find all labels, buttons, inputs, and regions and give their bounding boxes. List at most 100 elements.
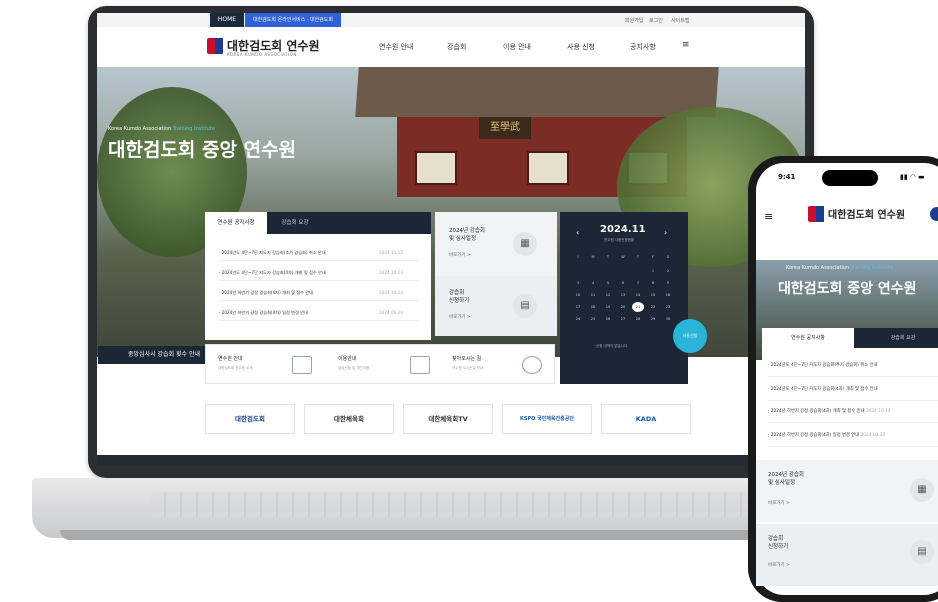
- calendar-day[interactable]: 18: [587, 302, 599, 312]
- phone-clock: 9:41: [778, 173, 796, 181]
- notice-row[interactable]: · 2024년도 4단~7단 지도자 강습회(4차) 개최 및 접수 안내 20…: [219, 266, 419, 281]
- calendar-day[interactable]: 3: [572, 278, 584, 288]
- phone-notice-row-title: 2024년도 4단~7단 지도자 강습회(추가 강습회) 취소 안내: [770, 363, 878, 368]
- building-icon: [410, 356, 430, 374]
- quick-directions-sub: 연수원 오시는길 안내: [452, 366, 484, 370]
- calendar-day[interactable]: 14: [632, 290, 644, 300]
- site-logo-sub: KOREA KUMDO ASSOCIATION: [227, 52, 297, 57]
- sitemap-link[interactable]: 사이트맵: [671, 17, 689, 24]
- notice-row-date: 2024.10.14: [379, 290, 403, 295]
- apply-card-title: 강습회 신청하기: [449, 290, 470, 304]
- notice-row[interactable]: · 2024년 하반기 강정 강습회(4차) 일정 변경 안내 2024.09.…: [219, 306, 419, 321]
- nav-notice[interactable]: 공지사항: [630, 42, 656, 52]
- calendar-day[interactable]: 8: [647, 278, 659, 288]
- notice-row[interactable]: · 2024년 하반기 강정 강습회(4차) 개최 및 접수 안내 2024.1…: [219, 286, 419, 301]
- calendar-day[interactable]: 30: [662, 314, 674, 324]
- hero-eyebrow-text: Korea Kumdo Association: [108, 126, 172, 132]
- calendar-day[interactable]: 23: [662, 302, 674, 312]
- quick-usage-title[interactable]: 이용안내: [338, 355, 356, 362]
- tab-course-guide[interactable]: 강습회 요강: [267, 212, 323, 234]
- calendar-empty-message: 신청 내역이 없습니다.: [596, 344, 629, 348]
- calendar-day[interactable]: 2: [662, 266, 674, 276]
- phone-kumdo-logo-icon[interactable]: [808, 206, 824, 222]
- calendar-month: 2024.11: [600, 224, 646, 235]
- calendar-day[interactable]: 17: [572, 302, 584, 312]
- calendar-day[interactable]: 4: [587, 278, 599, 288]
- calendar-day[interactable]: 9: [662, 278, 674, 288]
- calendar-day[interactable]: 28: [632, 314, 644, 324]
- phone-notice-tabs: 연수원 공지사항 강습회 요강: [762, 328, 938, 348]
- phone-tab-course-guide[interactable]: 강습회 요강: [854, 328, 938, 348]
- calendar-day[interactable]: 19: [602, 302, 614, 312]
- usage-apply-button[interactable]: 사용신청: [673, 319, 707, 353]
- nav-course[interactable]: 강습회: [447, 42, 466, 52]
- nav-usage[interactable]: 이용 안내: [503, 42, 531, 52]
- laptop-base-foot: [60, 530, 840, 540]
- calendar-day[interactable]: 24: [572, 314, 584, 324]
- home-link[interactable]: HOME: [210, 13, 244, 27]
- online-service-link[interactable]: 대한검도회 온라인서비스 · 대한검도회: [245, 13, 341, 27]
- phone-apply-card[interactable]: 강습회 신청하기 바로가기 > ▤: [756, 524, 938, 586]
- calendar-day[interactable]: 21: [632, 302, 644, 312]
- signup-link[interactable]: 회원가입: [625, 17, 643, 24]
- roof-decoration: [355, 67, 719, 117]
- apply-card-link[interactable]: 바로가기 >: [449, 314, 471, 320]
- phone-tab-notice[interactable]: 연수원 공지사항: [762, 328, 854, 348]
- nav-apply[interactable]: 사용 신청: [567, 42, 595, 52]
- kumdo-logo-icon[interactable]: [207, 38, 223, 54]
- phone-clipboard-icon: ▤: [910, 540, 934, 564]
- quick-about-title[interactable]: 연수원 안내: [218, 355, 243, 362]
- calendar-day[interactable]: 16: [662, 290, 674, 300]
- calendar-day[interactable]: 25: [587, 314, 599, 324]
- phone-notice-row[interactable]: · 2024년 하반기 강정 강습회(4차) 일정 변경 안내 2024.03.…: [768, 426, 938, 447]
- partner-kspo[interactable]: KSPO 국민체육진흥공단: [502, 404, 592, 434]
- apply-card[interactable]: 강습회 신청하기 바로가기 > ▤: [435, 276, 557, 336]
- calendar-day[interactable]: 13: [617, 290, 629, 300]
- schedule-card-link[interactable]: 바로가기 >: [449, 252, 471, 258]
- phone-menu-icon[interactable]: ≡: [764, 210, 773, 223]
- footer-bar: [97, 455, 805, 465]
- phone-user-icon[interactable]: [930, 207, 938, 221]
- institute-icon: [292, 356, 312, 374]
- phone-apply-link[interactable]: 바로가기 >: [768, 562, 790, 568]
- calendar-day[interactable]: 12: [602, 290, 614, 300]
- calendar-day[interactable]: 20: [617, 302, 629, 312]
- nav-about[interactable]: 연수원 안내: [379, 42, 413, 52]
- notice-panel: 연수원 공지사항 강습회 요강 · 2024년도 4단~7단 지도자 강습회(추…: [205, 212, 431, 340]
- calendar-day[interactable]: 22: [647, 302, 659, 312]
- phone-schedule-card[interactable]: 2024년 강습회 및 심사일정 바로가기 > ▦: [756, 460, 938, 522]
- calendar-day[interactable]: 15: [647, 290, 659, 300]
- calendar-day[interactable]: 29: [647, 314, 659, 324]
- notice-row-title: 2024년 하반기 강정 강습회(4차) 개최 및 접수 안내: [221, 290, 314, 295]
- window-decoration: [415, 151, 457, 185]
- notice-row[interactable]: · 2024년도 4단~7단 지도자 강습회(추가 강습회) 취소 안내 202…: [219, 246, 419, 261]
- phone-schedule-link[interactable]: 바로가기 >: [768, 500, 790, 506]
- tab-notice[interactable]: 연수원 공지사항: [205, 212, 267, 234]
- login-link[interactable]: 로그인: [649, 17, 663, 24]
- phone-notice-row[interactable]: · 2024년도 4단~7단 지도자 강습회(추가 강습회) 취소 안내: [768, 356, 938, 377]
- calendar-day[interactable]: 6: [617, 278, 629, 288]
- calendar-day[interactable]: 11: [587, 290, 599, 300]
- partner-sports-tv[interactable]: 대한체육회TV: [403, 404, 493, 434]
- phone-notice-row[interactable]: · 2024년 하반기 강정 강습회(4차) 개최 및 접수 안내 2024.1…: [768, 402, 938, 423]
- calendar-day[interactable]: 7: [632, 278, 644, 288]
- calendar-day[interactable]: 10: [572, 290, 584, 300]
- calendar-day[interactable]: 26: [602, 314, 614, 324]
- calendar-day[interactable]: 5: [602, 278, 614, 288]
- calendar-day[interactable]: 27: [617, 314, 629, 324]
- partner-sports-council[interactable]: 대한체육회: [304, 404, 394, 434]
- calendar-next-icon[interactable]: ›: [664, 228, 667, 237]
- calendar-weekday: W: [621, 255, 625, 259]
- menu-icon[interactable]: ≡: [682, 40, 690, 50]
- partner-kumdo[interactable]: 대한검도회: [205, 404, 295, 434]
- schedule-card[interactable]: 2024년 강습회 및 심사일정 바로가기 > ▦: [435, 212, 557, 276]
- calendar-prev-icon[interactable]: ‹: [576, 228, 579, 237]
- schedule-card-title: 2024년 강습회 및 심사일정: [449, 228, 485, 242]
- calendar-day[interactable]: 1: [647, 266, 659, 276]
- calendar-weekday: T: [636, 255, 640, 259]
- phone-logo-text[interactable]: 대한검도회 연수원: [828, 206, 905, 221]
- phone-notice-row[interactable]: · 2024년도 4단~7단 지도자 강습회(4차) 개최 및 접수 안내: [768, 380, 938, 401]
- quick-directions-title[interactable]: 찾아오시는 길: [452, 355, 481, 362]
- signal-wifi-battery-icon: ▮▮ ◠ ▬: [900, 173, 925, 181]
- partner-kada[interactable]: KADA: [601, 404, 691, 434]
